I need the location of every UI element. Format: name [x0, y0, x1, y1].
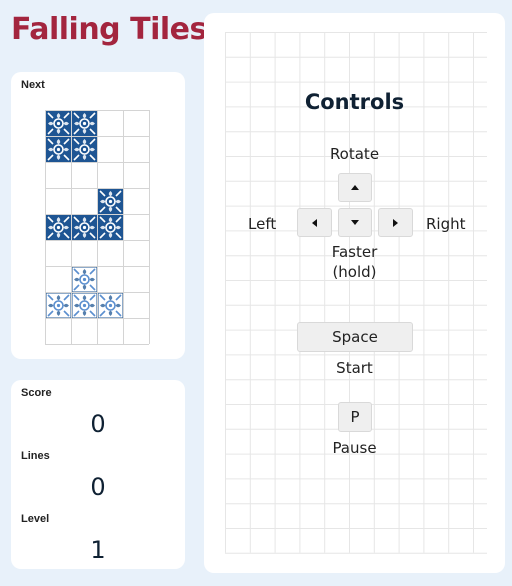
tile-t-piece — [71, 292, 98, 319]
right-label: Right — [426, 215, 466, 233]
game-board-panel: Controls Rotate Left Right Faster (hold)… — [204, 13, 505, 573]
faster-label: Faster — [331, 243, 378, 261]
tile-j-piece — [45, 214, 72, 241]
next-preview — [45, 110, 150, 345]
rotate-label: Rotate — [329, 145, 380, 163]
arrow-right-icon — [393, 218, 398, 227]
faster-hold-label: (hold) — [332, 263, 377, 281]
rotate-key[interactable] — [338, 173, 372, 202]
score-value: 0 — [90, 410, 106, 438]
tile-j-piece — [97, 214, 124, 241]
next-label: Next — [21, 79, 45, 91]
tile-o-piece — [45, 110, 72, 137]
tile-t-piece — [71, 266, 98, 293]
tile-t-piece — [97, 292, 124, 319]
next-piece-panel: Next — [11, 72, 185, 359]
tile-j-piece — [97, 188, 124, 215]
start-label: Start — [336, 359, 373, 377]
arrow-up-icon — [351, 185, 359, 190]
score-label: Score — [21, 387, 52, 399]
tile-j-piece — [71, 214, 98, 241]
tile-o-piece — [71, 136, 98, 163]
lines-value: 0 — [90, 473, 106, 501]
stats-panel: Score 0 Lines 0 Level 1 — [11, 380, 185, 569]
left-label: Left — [248, 215, 277, 233]
arrow-down-icon — [351, 220, 359, 225]
tile-o-piece — [45, 136, 72, 163]
move-left-key[interactable] — [297, 208, 332, 237]
controls-title: Controls — [304, 90, 405, 114]
level-value: 1 — [90, 536, 106, 564]
move-down-key[interactable] — [338, 208, 372, 237]
arrow-left-icon — [312, 218, 317, 227]
lines-label: Lines — [21, 450, 50, 462]
app-title: Falling Tiles — [11, 12, 207, 47]
space-key[interactable]: Space — [297, 322, 413, 352]
pause-key[interactable]: P — [338, 402, 372, 432]
pause-label: Pause — [332, 439, 377, 457]
tile-o-piece — [71, 110, 98, 137]
tile-t-piece — [45, 292, 72, 319]
move-right-key[interactable] — [378, 208, 413, 237]
level-label: Level — [21, 513, 50, 525]
